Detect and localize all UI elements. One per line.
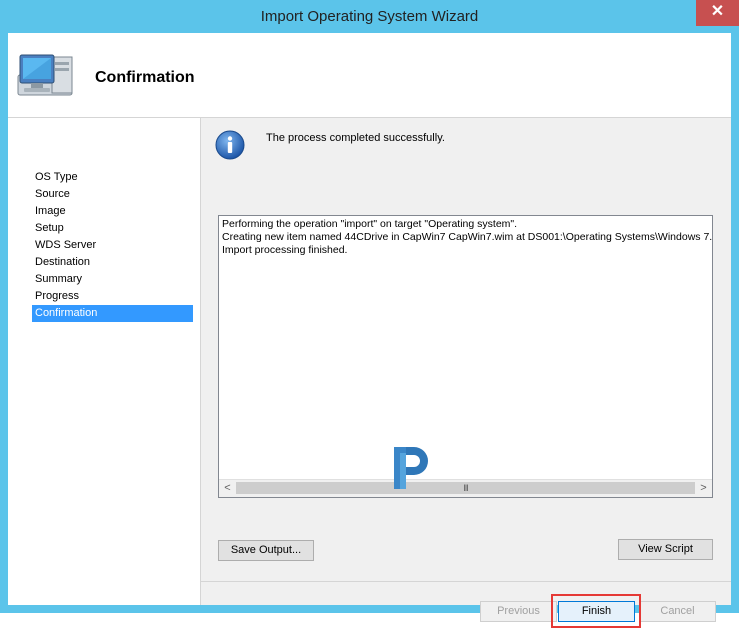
title-bar[interactable]: Import Operating System Wizard ✕ [0,0,739,33]
output-line: Import processing finished. [222,244,348,256]
scrollbar-thumb[interactable]: III [236,482,695,494]
save-output-button[interactable]: Save Output... [218,540,314,561]
previous-button[interactable]: Previous [480,601,557,622]
info-icon [215,130,245,160]
finish-highlight-box [551,594,641,628]
sidebar-item-source[interactable]: Source [32,186,193,203]
output-line: Performing the operation "import" on tar… [222,218,518,230]
output-log[interactable]: Performing the operation "import" on tar… [218,215,713,498]
close-button[interactable]: ✕ [696,0,739,26]
computer-icon [17,54,73,96]
sidebar-item-wds-server[interactable]: WDS Server [32,237,193,254]
view-script-button[interactable]: View Script [618,539,713,560]
sidebar-item-destination[interactable]: Destination [32,254,193,271]
window-title: Import Operating System Wizard [260,8,479,25]
sidebar-item-confirmation[interactable]: Confirmation [32,305,193,322]
sidebar-item-image[interactable]: Image [32,203,193,220]
sidebar-item-progress[interactable]: Progress [32,288,193,305]
sidebar-item-setup[interactable]: Setup [32,220,193,237]
watermark-logo-icon [394,447,428,489]
wizard-content: The process completed successfully. Perf… [201,118,731,628]
scroll-left-icon[interactable]: < [219,480,236,497]
wizard-client: Confirmation OS Type Source Image Setup … [8,33,731,628]
page-title: Confirmation [95,69,195,86]
close-icon: ✕ [710,3,725,20]
output-line: Creating new item named 44CDrive in CapW… [222,231,712,243]
horizontal-scrollbar[interactable]: < III > [219,479,712,497]
scroll-right-icon[interactable]: > [695,480,712,497]
footer-divider [201,581,731,582]
sidebar-item-os-type[interactable]: OS Type [32,169,193,186]
status-message: The process completed successfully. [266,132,445,144]
wizard-steps-sidebar: OS Type Source Image Setup WDS Server De… [8,118,201,605]
cancel-button[interactable]: Cancel [639,601,716,622]
sidebar-item-summary[interactable]: Summary [32,271,193,288]
grip-icon: III [463,483,469,493]
wizard-window: Import Operating System Wizard ✕ Confirm… [0,0,739,628]
wizard-header: Confirmation [8,33,731,118]
